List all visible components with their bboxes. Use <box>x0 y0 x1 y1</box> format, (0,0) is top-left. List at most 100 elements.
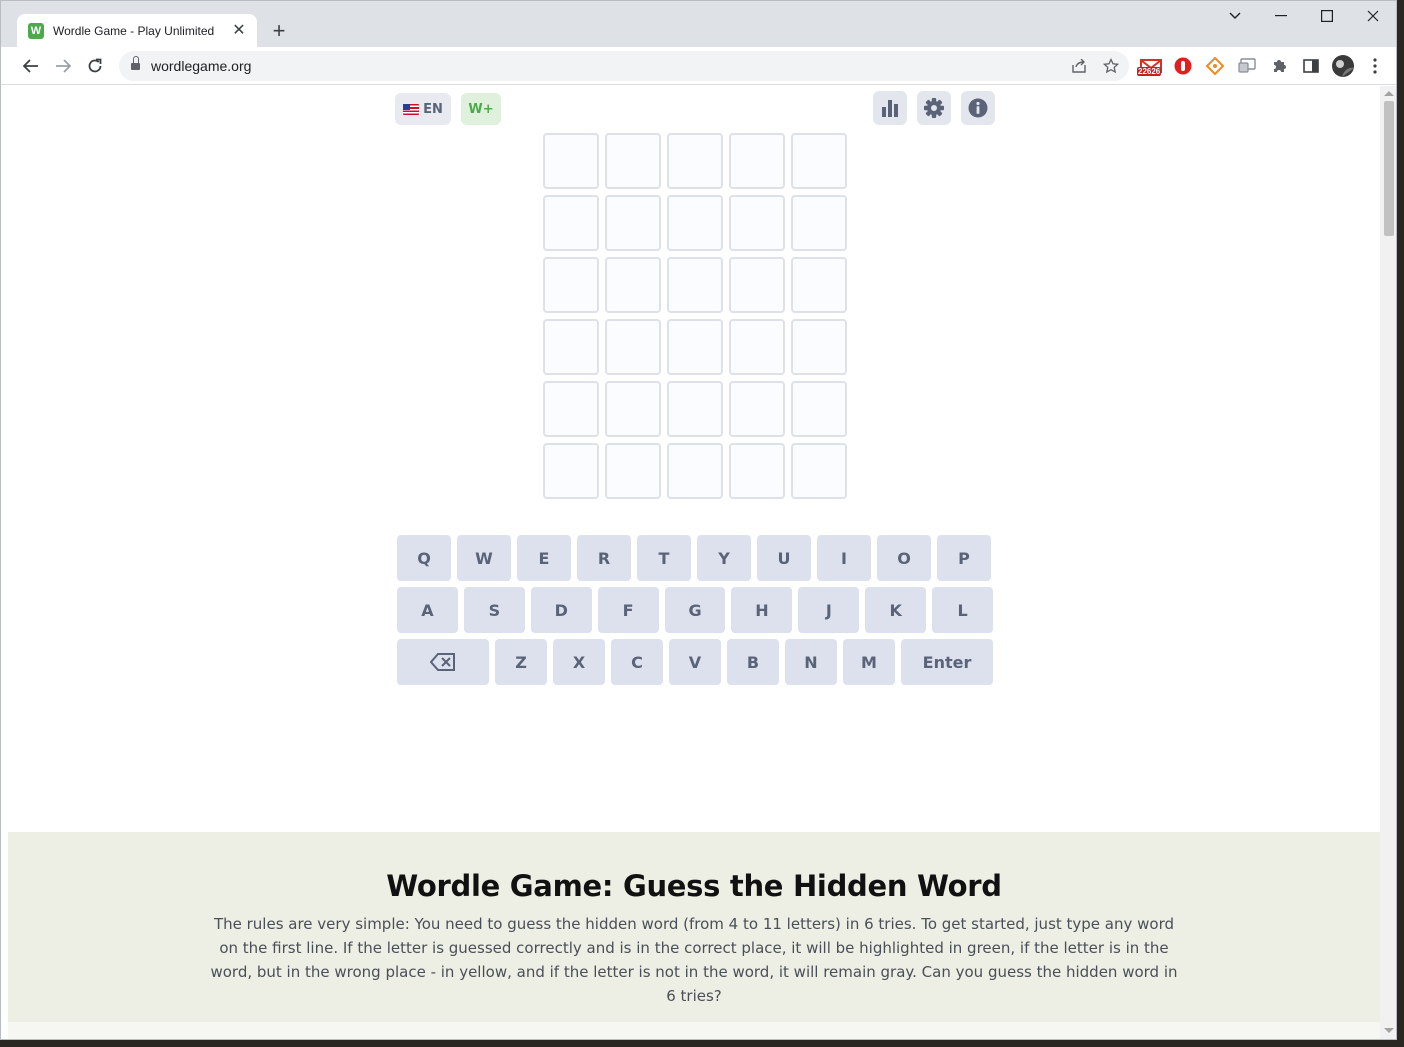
board-tile <box>791 381 847 437</box>
share-icon[interactable] <box>1068 55 1090 77</box>
key-d[interactable]: D <box>530 587 592 633</box>
key-r[interactable]: R <box>577 535 631 581</box>
url-text[interactable]: wordlegame.org <box>151 58 251 74</box>
key-j[interactable]: J <box>798 587 860 633</box>
side-panel-icon[interactable] <box>1300 55 1322 77</box>
page-scrollbar[interactable] <box>1380 86 1396 1039</box>
key-c[interactable]: C <box>611 639 663 685</box>
board-tile <box>543 443 599 499</box>
lock-icon[interactable] <box>131 56 140 71</box>
on-screen-keyboard: QWERTYUIOP ASDFGHJKL Z X C V B N M Enter <box>397 535 994 691</box>
key-k[interactable]: K <box>865 587 927 633</box>
chrome-menu-icon[interactable] <box>1364 55 1386 77</box>
key-v[interactable]: V <box>669 639 721 685</box>
tab-strip: W Wordle Game - Play Unlimited ✕ + <box>1 1 1396 48</box>
key-n[interactable]: N <box>785 639 837 685</box>
key-o[interactable]: O <box>877 535 931 581</box>
board-tile <box>605 319 661 375</box>
key-b[interactable]: B <box>727 639 779 685</box>
backspace-icon <box>430 653 455 671</box>
gear-icon <box>924 98 944 118</box>
board-tile <box>667 443 723 499</box>
key-y[interactable]: Y <box>697 535 751 581</box>
key-g[interactable]: G <box>664 587 726 633</box>
scrollbar-thumb[interactable] <box>1384 101 1394 236</box>
board-tile <box>729 195 785 251</box>
key-e[interactable]: E <box>517 535 571 581</box>
key-q[interactable]: Q <box>397 535 451 581</box>
keyboard-row-3: Z X C V B N M Enter <box>397 639 993 685</box>
scroll-down-arrow-icon[interactable] <box>1384 1028 1394 1033</box>
board-tile <box>667 133 723 189</box>
board-tile <box>729 133 785 189</box>
board-tile <box>667 319 723 375</box>
back-arrow-icon[interactable] <box>19 54 43 78</box>
adblock-extension-icon[interactable] <box>1172 55 1194 77</box>
gmail-unread-badge: 22626 <box>1137 67 1162 76</box>
extensions-puzzle-icon[interactable] <box>1268 55 1290 77</box>
scroll-up-arrow-icon[interactable] <box>1384 91 1394 96</box>
info-title: Wordle Game: Guess the Hidden Word <box>386 869 1002 903</box>
enter-key[interactable]: Enter <box>901 639 993 685</box>
board-tile <box>605 443 661 499</box>
key-a[interactable]: A <box>397 587 458 633</box>
board-tile <box>791 257 847 313</box>
language-label: EN <box>423 101 443 117</box>
key-t[interactable]: T <box>637 535 691 581</box>
key-u[interactable]: U <box>757 535 811 581</box>
new-tab-button[interactable]: + <box>267 19 291 43</box>
info-icon <box>968 98 988 118</box>
maximize-button[interactable] <box>1315 5 1339 27</box>
board-tile <box>605 195 661 251</box>
diamond-extension-icon[interactable] <box>1204 55 1226 77</box>
board-tile <box>543 133 599 189</box>
backspace-key[interactable] <box>397 639 489 685</box>
key-z[interactable]: Z <box>495 639 547 685</box>
board-tile <box>791 443 847 499</box>
browser-window: W Wordle Game - Play Unlimited ✕ + wordl… <box>0 0 1397 1040</box>
board-tile <box>543 195 599 251</box>
key-h[interactable]: H <box>731 587 793 633</box>
key-s[interactable]: S <box>463 587 525 633</box>
key-m[interactable]: M <box>843 639 895 685</box>
close-window-button[interactable] <box>1361 5 1385 27</box>
tab-close-icon[interactable]: ✕ <box>231 23 247 39</box>
game-board <box>543 133 847 499</box>
board-tile <box>667 195 723 251</box>
settings-button[interactable] <box>917 91 951 125</box>
board-tile <box>729 381 785 437</box>
us-flag-icon <box>403 103 420 115</box>
key-l[interactable]: L <box>932 587 994 633</box>
tab-search-chevron-icon[interactable] <box>1223 5 1247 27</box>
board-tile <box>791 133 847 189</box>
key-w[interactable]: W <box>457 535 511 581</box>
key-x[interactable]: X <box>553 639 605 685</box>
statistics-button[interactable] <box>873 91 907 125</box>
board-tile <box>729 257 785 313</box>
info-text: The rules are very simple: You need to g… <box>210 915 1178 1005</box>
key-f[interactable]: F <box>597 587 659 633</box>
info-button[interactable] <box>961 91 995 125</box>
gmail-extension-icon[interactable]: 22626 <box>1137 55 1165 77</box>
bookmark-star-icon[interactable] <box>1100 55 1122 77</box>
keyboard-row-2: ASDFGHJKL <box>397 587 994 633</box>
board-tile <box>791 195 847 251</box>
wordle-page: EN W+ QWERTYUIOP ASDFGHJKL Z X C V B N M… <box>8 86 1380 1039</box>
cast-extension-icon[interactable] <box>1236 55 1258 77</box>
minimize-button[interactable] <box>1269 5 1293 27</box>
forward-arrow-icon[interactable] <box>51 54 75 78</box>
address-bar[interactable]: wordlegame.org <box>119 51 1129 81</box>
wordle-plus-button[interactable]: W+ <box>461 93 501 125</box>
key-i[interactable]: I <box>817 535 871 581</box>
key-p[interactable]: P <box>937 535 991 581</box>
language-button[interactable]: EN <box>395 93 451 125</box>
board-tile <box>667 381 723 437</box>
board-tile <box>543 257 599 313</box>
profile-avatar[interactable] <box>1332 55 1354 77</box>
info-section: Wordle Game: Guess the Hidden Word The r… <box>8 832 1380 1022</box>
board-tile <box>605 133 661 189</box>
browser-toolbar: wordlegame.org 22626 <box>1 47 1396 85</box>
reload-icon[interactable] <box>83 54 107 78</box>
bar-chart-icon <box>882 100 898 117</box>
browser-tab[interactable]: W Wordle Game - Play Unlimited ✕ <box>17 14 257 48</box>
